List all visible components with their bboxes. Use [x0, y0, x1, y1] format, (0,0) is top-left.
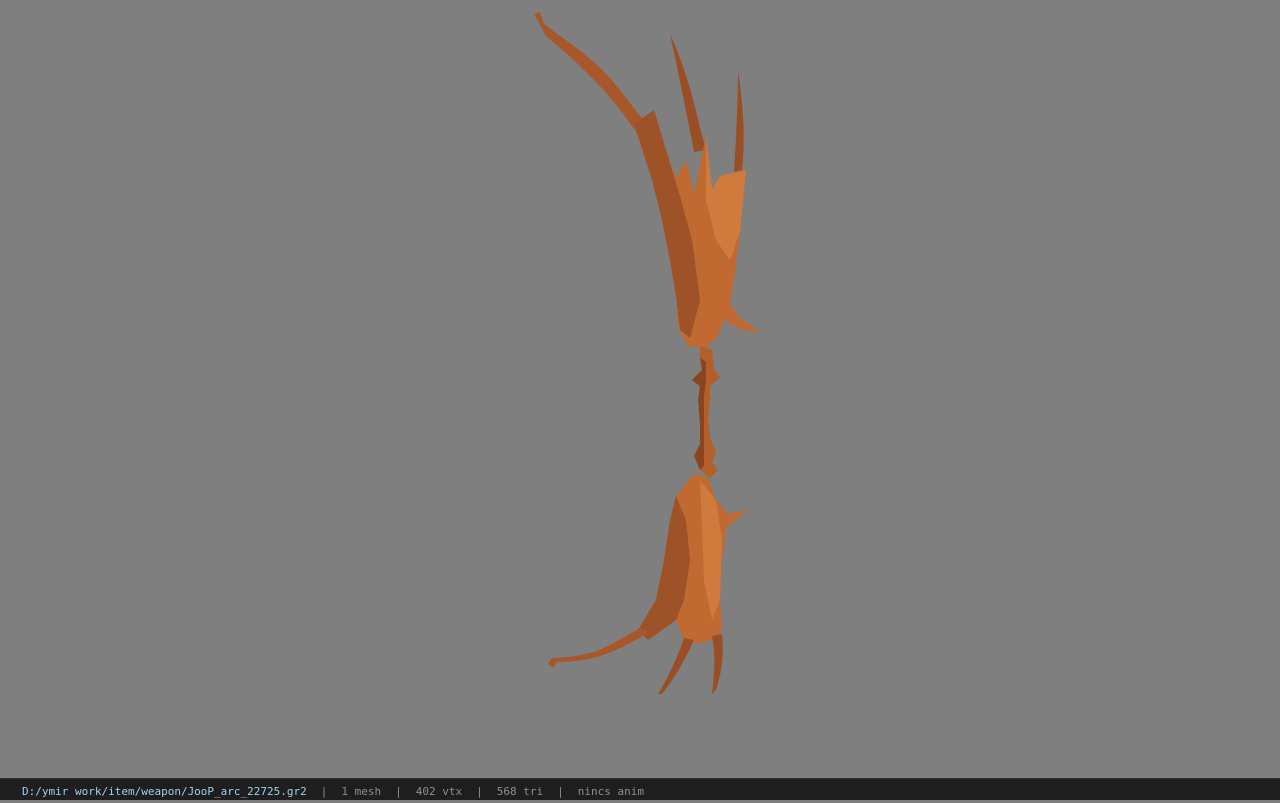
3d-viewport[interactable] [0, 0, 1280, 778]
upper-mid-spike [670, 34, 706, 152]
vertex-count: 402 vtx [415, 785, 463, 798]
grip-shade [692, 358, 706, 470]
bow-model [534, 12, 760, 694]
separator: | [476, 785, 483, 798]
lower-mid-spike [658, 638, 694, 694]
separator: | [320, 785, 328, 798]
separator: | [557, 785, 564, 798]
mesh-count: 1 mesh [341, 785, 382, 798]
separator: | [395, 785, 402, 798]
upper-right-spike [734, 70, 744, 172]
triangle-count: 568 tri [496, 785, 544, 798]
lower-left-horn [548, 628, 650, 668]
status-bar: D:/ymir work/item/weapon/JooP_arc_22725.… [0, 778, 1280, 800]
animation-status: nincs anim [577, 785, 644, 798]
file-path: D:/ymir work/item/weapon/JooP_arc_22725.… [22, 785, 307, 798]
lower-right-spike [712, 634, 723, 694]
